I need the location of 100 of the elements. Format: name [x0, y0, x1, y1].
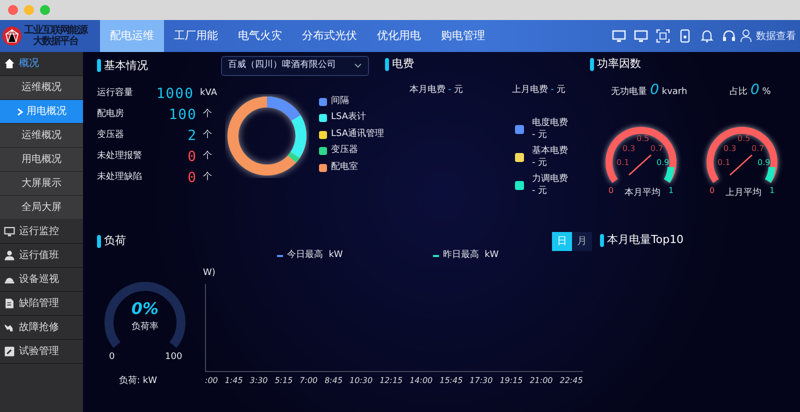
close-dot[interactable] — [8, 5, 18, 15]
load-footer: 负荷: kW — [119, 374, 158, 388]
gauge-tick: 0.1 — [718, 156, 730, 169]
gauge-tick: 0.7 — [650, 142, 664, 155]
stat-unit: 个 — [203, 108, 212, 122]
axis-tick-label: 7:00 — [300, 375, 318, 387]
stat-unit: 个 — [203, 171, 212, 184]
gauge-tick: 1 — [770, 184, 775, 197]
gauge-caption: 上月平均 — [726, 186, 762, 200]
axis-tick-label: 3:30 — [250, 375, 268, 387]
panel-title: 电费 — [385, 56, 414, 72]
fee-summary: 上月电费 - 元 — [512, 84, 566, 97]
axis-tick-label: 14:00 — [410, 375, 433, 387]
maximize-dot[interactable] — [40, 5, 50, 15]
sidebar-subitem[interactable]: 大屏展示 — [0, 172, 83, 196]
stat-label: 配电房 — [97, 108, 125, 122]
axis-tick-label: 22:45 — [560, 375, 583, 387]
chevron-icon — [16, 108, 22, 116]
period-tab[interactable]: 月 — [572, 232, 592, 251]
stat-value: 0 — [186, 168, 197, 188]
axis-tick-label: 15:45 — [440, 375, 463, 387]
reading: 占比 0 % — [730, 80, 771, 100]
gauge-caption: 本月平均 — [624, 186, 660, 200]
axis-tick-label: 10:30 — [350, 375, 373, 387]
axis-tick-label: 19:15 — [500, 375, 523, 387]
panel-title: 负荷 — [97, 233, 126, 250]
nav-tab[interactable]: 电气火灾 — [228, 20, 292, 52]
panel-title: 功率因数 — [590, 56, 641, 72]
headset-icon[interactable] — [722, 29, 736, 43]
person-icon — [4, 250, 15, 261]
gauge-tick: 0.7 — [752, 142, 764, 155]
user-icon[interactable] — [740, 29, 752, 43]
caret-icon — [354, 62, 362, 69]
sidebar-subitem[interactable]: 用电概况 — [0, 148, 83, 172]
document-icon — [4, 298, 15, 309]
gauge-drawing — [706, 126, 777, 183]
axis-tick-label: 1:45 — [224, 375, 243, 387]
sidebar-subitem[interactable]: 运维概况 — [0, 76, 83, 100]
gauge-min: 0 — [109, 350, 115, 364]
legend-label: 今日最高 kW — [287, 249, 343, 262]
nav-tab[interactable]: 工厂用能 — [164, 20, 228, 52]
gauge-tick: 0 — [710, 184, 715, 197]
gauge-tick: 0.5 — [636, 132, 650, 145]
stat-label: 变压器 — [97, 129, 125, 142]
user-name[interactable]: 数据查看 — [756, 28, 796, 44]
legend-value: - 元 — [532, 129, 548, 142]
stat-unit: 个 — [203, 129, 212, 142]
legend-label: 变压器 — [331, 144, 358, 158]
stat-unit: 个 — [203, 150, 212, 164]
sidebar-subitem[interactable]: 全局大屏 — [0, 196, 83, 220]
stat-value: 0 — [186, 148, 197, 166]
gauge-drawing — [605, 126, 676, 183]
panel-title: 基本情况 — [97, 58, 148, 74]
stat-unit: kVA — [200, 87, 217, 100]
company-select[interactable]: 百威（四川）啤酒有限公司 — [221, 56, 369, 76]
gauge-tick: 0.3 — [724, 142, 736, 155]
legend-label: 电度电费 — [532, 117, 568, 130]
gauge-tick: 0.1 — [616, 156, 630, 169]
monitor-icon[interactable] — [612, 29, 626, 43]
gauge-tick: 1 — [668, 184, 674, 197]
legend-label: 配电室 — [331, 160, 358, 174]
stat-value: 1000 — [155, 84, 194, 104]
monitor-icon — [4, 226, 15, 237]
legend-value: - 元 — [532, 185, 548, 198]
nav-tab[interactable]: 分布式光伏 — [292, 20, 367, 52]
axis-tick-label: 21:00 — [530, 375, 553, 387]
legend-value: - 元 — [532, 157, 548, 170]
axis-tick-label: :00 — [205, 375, 218, 387]
legend-label: 基本电费 — [532, 145, 568, 158]
scan-icon[interactable] — [656, 29, 670, 43]
legend-label: 力调电费 — [532, 173, 568, 186]
stat-value: 2 — [186, 126, 197, 146]
legend-label: LSA表计 — [331, 111, 366, 124]
axis-tick-label: 8:45 — [324, 375, 343, 387]
axis-tick-label: 12:15 — [380, 375, 403, 387]
stat-label: 未处理报警 — [97, 150, 143, 164]
nav-tab[interactable]: 优化用电 — [367, 20, 431, 52]
gauge-max: 100 — [165, 350, 182, 364]
panel-title: 本月电量Top10 — [600, 232, 684, 248]
monitor-icon[interactable] — [634, 29, 648, 43]
home-icon — [4, 58, 15, 69]
load-rate-value: 0% — [130, 298, 160, 320]
nav-tab[interactable]: 购电管理 — [431, 20, 495, 52]
stat-label: 运行容量 — [97, 87, 134, 100]
fee-summary: 本月电费 - 元 — [409, 84, 464, 97]
minimize-dot[interactable] — [24, 5, 34, 15]
axis-tick-label: 17:30 — [470, 375, 493, 387]
brand-title: 工业互联网能源 大数据平台 — [24, 25, 87, 47]
axis-tick-label: 5:15 — [274, 375, 293, 387]
gauge-tick: 0.9 — [656, 156, 670, 169]
phone-icon[interactable] — [678, 29, 692, 43]
gauge-tick: 0.9 — [758, 156, 770, 169]
gauge-tick: 0.3 — [622, 142, 636, 155]
bell-icon[interactable] — [700, 29, 714, 43]
legend-label: 昨日最高 kW — [442, 249, 499, 262]
reading: 无功电量 0 kvarh — [611, 80, 688, 100]
load-rate-label: 负荷率 — [130, 320, 160, 334]
sidebar-subitem[interactable]: 运维概况 — [0, 124, 83, 148]
gauge-tick: 0 — [608, 184, 614, 197]
stat-label: 未处理缺陷 — [97, 171, 143, 184]
